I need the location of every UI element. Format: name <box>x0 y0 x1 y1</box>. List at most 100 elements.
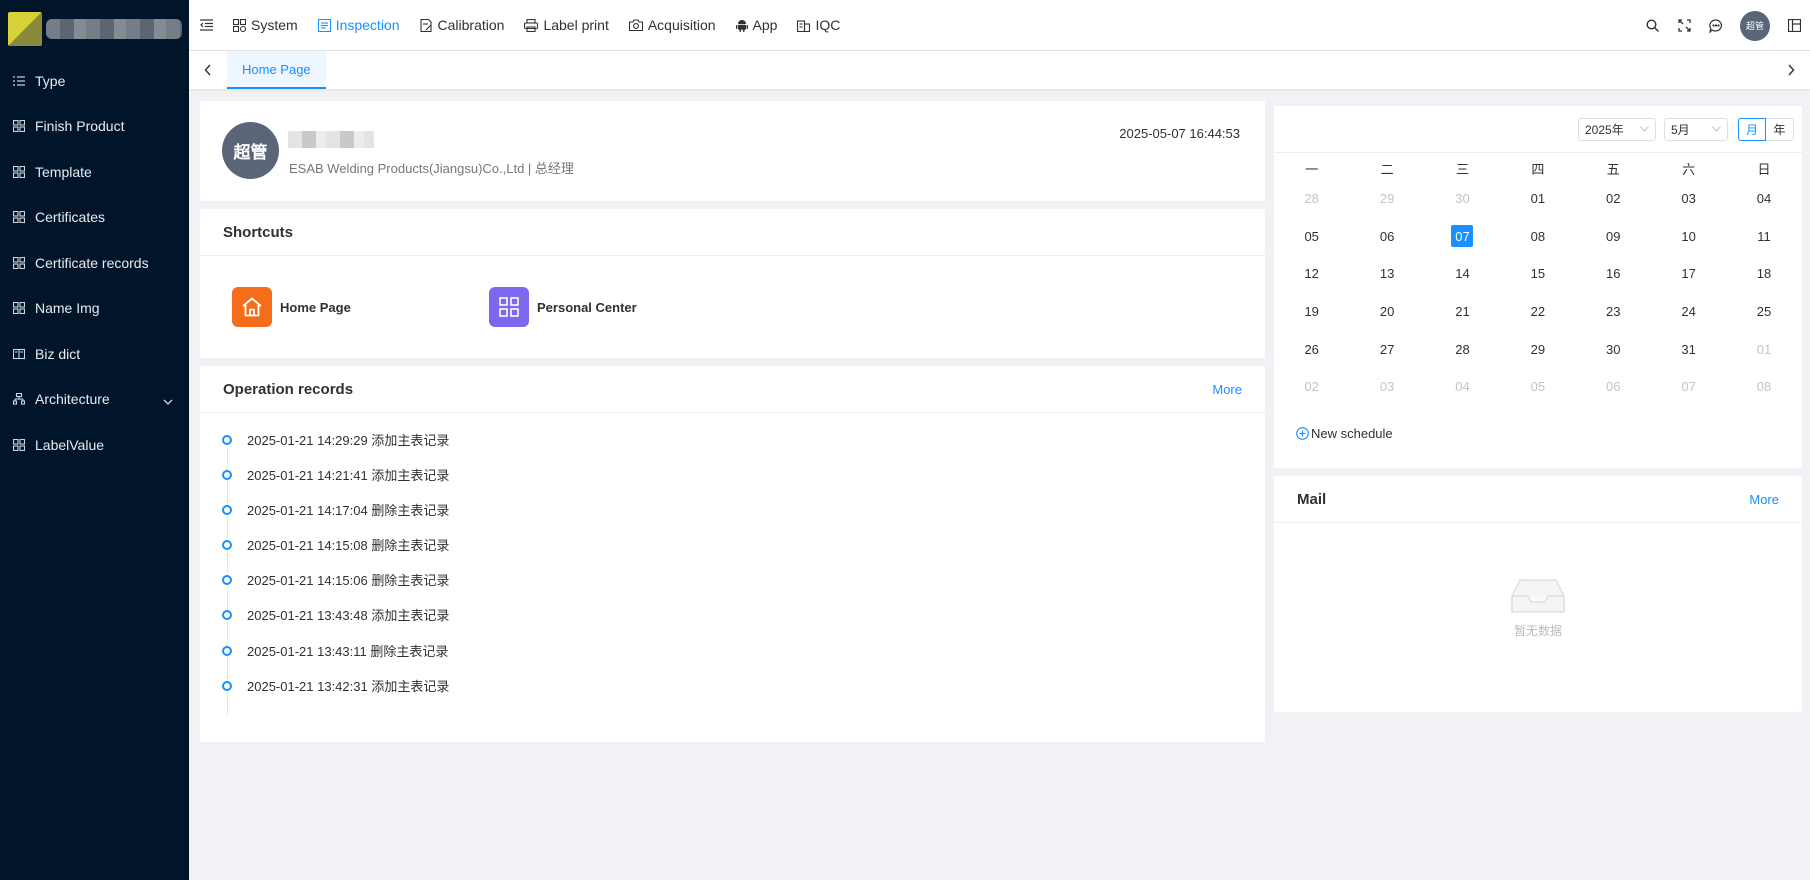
calendar-day[interactable]: 15 <box>1500 255 1575 293</box>
sidebar-item-finish-product[interactable]: Finish Product <box>0 104 189 150</box>
calendar-day[interactable]: 14 <box>1425 255 1500 293</box>
building-icon <box>797 19 811 32</box>
timeline-dot <box>222 575 232 586</box>
search-icon[interactable] <box>1636 0 1668 51</box>
mail-title: Mail <box>1297 490 1327 508</box>
calendar-day[interactable]: 18 <box>1726 255 1801 293</box>
calendar-day[interactable]: 08 <box>1500 218 1575 256</box>
logo-image <box>8 12 42 46</box>
calendar-grid: 一二三四五六日 28 29 30 01 02 03 04 05 06 07 08 09 10 11 12 13 1… <box>1274 156 1802 406</box>
calendar-day[interactable]: 23 <box>1576 293 1651 331</box>
message-icon[interactable] <box>1700 0 1732 51</box>
sidebar-item-name-img[interactable]: Name Img <box>0 286 189 332</box>
calendar-day[interactable]: 16 <box>1576 255 1651 293</box>
calendar-day[interactable]: 25 <box>1726 293 1801 331</box>
shortcut-home-page[interactable]: Home Page <box>232 287 351 327</box>
fullscreen-icon[interactable] <box>1668 0 1700 51</box>
calendar-controls: 2025年 5月 月 年 <box>1274 106 1802 153</box>
tabs-scroll-right-icon[interactable] <box>1772 51 1810 89</box>
topnav-iqc[interactable]: IQC <box>787 0 850 51</box>
calendar-day[interactable]: 06 <box>1576 368 1651 406</box>
calendar-day[interactable]: 02 <box>1274 368 1349 406</box>
calendar-day[interactable]: 04 <box>1726 180 1801 218</box>
topnav-app[interactable]: App <box>726 0 788 51</box>
shortcut-personal-center[interactable]: Personal Center <box>489 287 637 327</box>
sidebar-item-certificates[interactable]: Certificates <box>0 195 189 241</box>
tabs-scroll-left-icon[interactable] <box>189 51 227 89</box>
calendar-day[interactable]: 30 <box>1576 330 1651 368</box>
sidebar-item-template[interactable]: Template <box>0 149 189 195</box>
calendar-day[interactable]: 30 <box>1425 180 1500 218</box>
tabs-bar: Home Page <box>189 51 1810 89</box>
calendar-day[interactable]: 31 <box>1651 330 1726 368</box>
calendar-day[interactable]: 17 <box>1651 255 1726 293</box>
calendar-day[interactable]: 29 <box>1500 330 1575 368</box>
shortcuts-card: Shortcuts Home Page Personal Center <box>200 209 1265 358</box>
topnav-calibration[interactable]: Calibration <box>410 0 515 51</box>
sidebar-item-type[interactable]: Type <box>0 58 189 104</box>
sidebar-item-architecture[interactable]: Architecture <box>0 377 189 423</box>
calendar-day[interactable]: 28 <box>1425 330 1500 368</box>
calendar-day[interactable]: 01 <box>1500 180 1575 218</box>
calendar-day[interactable]: 28 <box>1274 180 1349 218</box>
calendar-day[interactable]: 13 <box>1349 255 1424 293</box>
calendar-day[interactable]: 10 <box>1651 218 1726 256</box>
sidebar-item-labelvalue[interactable]: LabelValue <box>0 422 189 468</box>
calendar-day[interactable]: 05 <box>1274 218 1349 256</box>
user-avatar[interactable]: 超管 <box>1740 10 1770 41</box>
layout-settings-icon[interactable] <box>1778 0 1810 51</box>
calendar-day[interactable]: 08 <box>1726 368 1801 406</box>
topnav-system[interactable]: System <box>223 0 308 51</box>
collapse-menu-icon[interactable] <box>189 0 223 51</box>
timeline-text: 2025-01-21 13:43:48 添加主表记录 <box>247 608 450 624</box>
calendar-weekday: 六 <box>1682 161 1696 177</box>
tab-home-page[interactable]: Home Page <box>227 51 326 89</box>
topnav-label: System <box>251 17 298 33</box>
calendar-day[interactable]: 03 <box>1651 180 1726 218</box>
logo[interactable] <box>0 0 189 58</box>
calendar-day[interactable]: 27 <box>1349 330 1424 368</box>
topnav-inspection[interactable]: Inspection <box>308 0 410 51</box>
calendar-day[interactable]: 04 <box>1425 368 1500 406</box>
calendar-day[interactable]: 09 <box>1576 218 1651 256</box>
calendar-day[interactable]: 12 <box>1274 255 1349 293</box>
calendar-day[interactable]: 02 <box>1576 180 1651 218</box>
calendar-day[interactable]: 11 <box>1726 218 1801 256</box>
calendar-weekday: 三 <box>1455 161 1469 177</box>
mail-more-link[interactable]: More <box>1749 492 1779 507</box>
calendar-day[interactable]: 06 <box>1349 218 1424 256</box>
sidebar-item-label: Certificates <box>35 209 106 226</box>
operation-records-title: Operation records <box>223 380 354 398</box>
calendar-day[interactable]: 05 <box>1500 368 1575 406</box>
operation-records-more-link[interactable]: More <box>1212 382 1242 397</box>
calendar-day[interactable]: 20 <box>1349 293 1424 331</box>
calendar-day[interactable]: 07 <box>1651 368 1726 406</box>
calendar-day[interactable]: 01 <box>1726 330 1801 368</box>
tree-icon <box>13 393 25 405</box>
topnav-label-print[interactable]: Label print <box>514 0 618 51</box>
calendar-day[interactable]: 29 <box>1349 180 1424 218</box>
system-icon <box>233 18 246 32</box>
calendar-day[interactable]: 21 <box>1425 293 1500 331</box>
edit-document-icon <box>419 18 432 32</box>
chevron-down-icon <box>1712 126 1721 132</box>
sidebar-item-biz-dict[interactable]: Biz dict <box>0 331 189 377</box>
calendar-day[interactable]: 24 <box>1651 293 1726 331</box>
calendar-day[interactable]: 22 <box>1500 293 1575 331</box>
calendar-day[interactable]: 19 <box>1274 293 1349 331</box>
calendar-day[interactable]: 03 <box>1349 368 1424 406</box>
calendar-month-value: 5月 <box>1671 122 1690 137</box>
timeline-dot <box>222 645 232 656</box>
new-schedule-button[interactable]: New schedule <box>1296 426 1393 441</box>
calendar-day-today[interactable]: 07 <box>1425 218 1500 256</box>
sidebar-item-certificate-records[interactable]: Certificate records <box>0 240 189 286</box>
calendar-month-select[interactable]: 5月 <box>1664 117 1728 141</box>
calendar-mode-month-button[interactable]: 月 <box>1738 117 1766 141</box>
timeline-text: 2025-01-21 14:17:04 删除主表记录 <box>247 503 450 519</box>
calendar-mode-year-button[interactable]: 年 <box>1766 117 1794 141</box>
new-schedule-label: New schedule <box>1311 426 1393 441</box>
calendar-year-select[interactable]: 2025年 <box>1578 117 1656 141</box>
topnav-acquisition[interactable]: Acquisition <box>619 0 726 51</box>
grid-icon <box>13 120 25 133</box>
calendar-day[interactable]: 26 <box>1274 330 1349 368</box>
